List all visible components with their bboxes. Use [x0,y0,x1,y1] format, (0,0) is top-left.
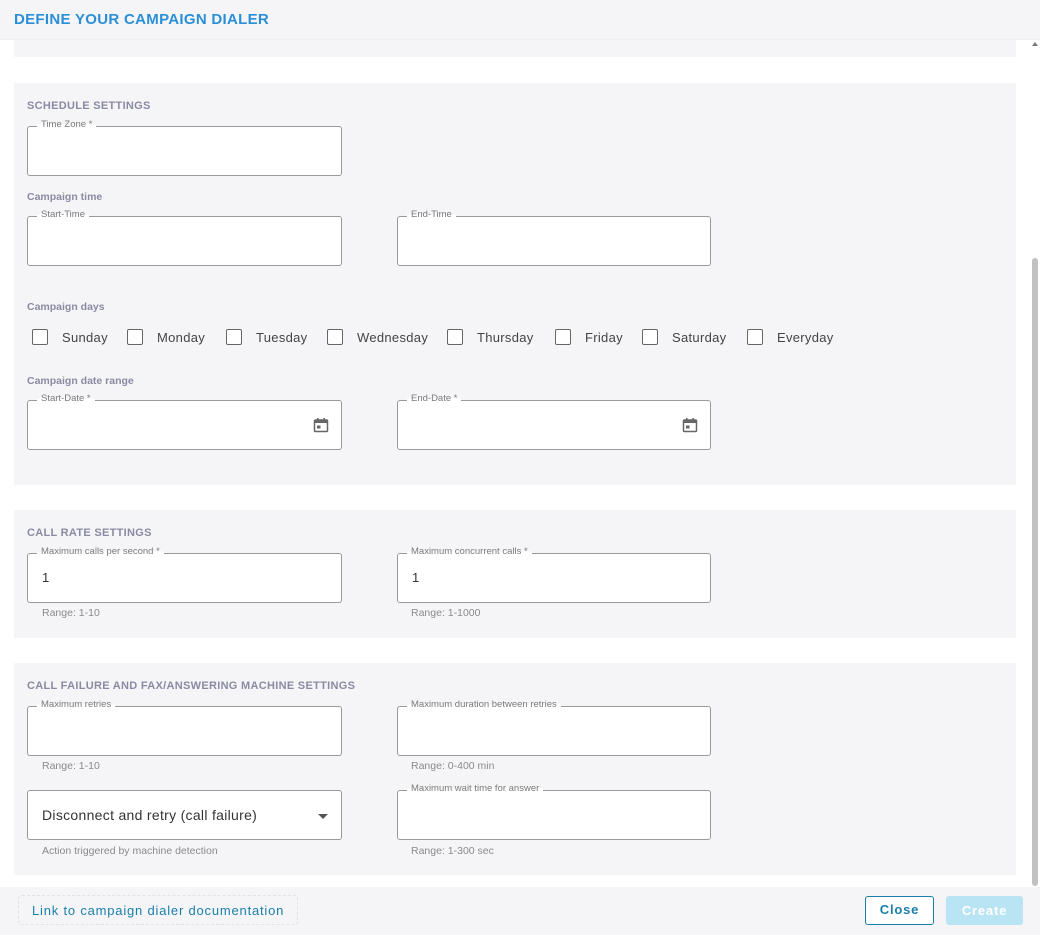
campaign-days-label: Campaign days [27,301,105,313]
day-monday[interactable]: Monday [127,327,205,347]
scrollbar-thumb[interactable] [1032,258,1038,886]
dialog-title: DEFINE YOUR CAMPAIGN DIALER [14,11,270,28]
start-date-field[interactable]: Start-Date * [27,393,342,450]
field-label: Time Zone * [37,119,97,130]
checkbox[interactable] [555,329,571,345]
select-value: Disconnect and retry (call failure) [42,807,258,823]
campaign-days-group: Sunday Monday Tuesday Wednesday Thursday [14,327,914,347]
field-help: Action triggered by machine detection [42,845,218,857]
create-button[interactable]: Create [946,896,1023,925]
field-value: 1 [42,570,50,585]
day-everyday[interactable]: Everyday [747,327,834,347]
campaign-time-label: Campaign time [27,191,103,203]
end-time-field[interactable]: End-Time [397,209,711,266]
day-label: Saturday [672,329,727,345]
field-help: Range: 1-10 [42,607,100,619]
day-wednesday[interactable]: Wednesday [327,327,428,347]
checkbox[interactable] [226,329,242,345]
field-label: Maximum duration between retries [407,699,561,710]
previous-section [14,40,1016,57]
call-failure-settings-section: CALL FAILURE AND FAX/ANSWERING MACHINE S… [14,663,1016,875]
field-label: Maximum calls per second * [37,546,164,557]
calendar-icon[interactable] [682,417,698,433]
field-value: 1 [412,570,420,585]
day-friday[interactable]: Friday [555,327,623,347]
scroll-up-icon[interactable] [1032,42,1038,46]
call-rate-settings-section: CALL RATE SETTINGS Maximum calls per sec… [14,510,1016,638]
field-label: Maximum wait time for answer [407,783,544,794]
field-help: Range: 1-1000 [411,607,481,619]
day-label: Friday [585,329,623,345]
section-title: CALL RATE SETTINGS [27,527,152,539]
day-thursday[interactable]: Thursday [447,327,534,347]
dialog-footer: Link to campaign dialer documentation Cl… [0,887,1040,935]
field-label: Maximum retries [37,699,116,710]
checkbox[interactable] [327,329,343,345]
calendar-icon[interactable] [313,417,329,433]
section-title: SCHEDULE SETTINGS [27,100,151,112]
checkbox[interactable] [747,329,763,345]
day-tuesday[interactable]: Tuesday [226,327,307,347]
checkbox[interactable] [32,329,48,345]
time-zone-field[interactable]: Time Zone * [27,119,342,176]
day-saturday[interactable]: Saturday [642,327,726,347]
max-duration-between-retries-field[interactable]: Maximum duration between retries [397,699,711,756]
day-label: Thursday [477,329,534,345]
max-wait-time-field[interactable]: Maximum wait time for answer [397,783,711,840]
field-help: Range: 1-10 [42,760,100,772]
dialog-header: DEFINE YOUR CAMPAIGN DIALER [0,0,1040,40]
field-label: Start-Time [37,209,89,220]
max-calls-per-second-field[interactable]: Maximum calls per second * 1 [27,546,342,603]
documentation-link[interactable]: Link to campaign dialer documentation [18,895,299,925]
end-date-field[interactable]: End-Date * [397,393,711,450]
dialog-body: SCHEDULE SETTINGS Time Zone * Campaign t… [0,40,1040,887]
section-title: CALL FAILURE AND FAX/ANSWERING MACHINE S… [27,680,356,692]
day-sunday[interactable]: Sunday [32,327,108,347]
field-label: Maximum concurrent calls * [407,546,532,557]
field-label: Start-Date * [37,393,95,404]
start-time-field[interactable]: Start-Time [27,209,342,266]
field-help: Range: 0-400 min [411,760,495,772]
chevron-down-icon[interactable] [318,814,328,819]
day-label: Wednesday [357,329,429,345]
checkbox[interactable] [127,329,143,345]
campaign-dialer-dialog: DEFINE YOUR CAMPAIGN DIALER SCHEDULE SET… [0,0,1040,935]
checkbox[interactable] [642,329,658,345]
day-label: Monday [157,329,206,345]
checkbox[interactable] [447,329,463,345]
machine-detection-action-select[interactable]: Disconnect and retry (call failure) [27,790,342,840]
schedule-settings-section: SCHEDULE SETTINGS Time Zone * Campaign t… [14,83,1016,485]
campaign-date-range-label: Campaign date range [27,375,134,387]
field-label: End-Date * [407,393,462,404]
field-help: Range: 1-300 sec [411,845,494,857]
close-button[interactable]: Close [865,896,934,925]
max-concurrent-calls-field[interactable]: Maximum concurrent calls * 1 [397,546,711,603]
max-retries-field[interactable]: Maximum retries [27,699,342,756]
day-label: Tuesday [256,329,308,345]
day-label: Everyday [777,329,834,345]
field-label: End-Time [407,209,456,220]
scrollbar[interactable] [1030,40,1040,887]
day-label: Sunday [62,329,108,345]
